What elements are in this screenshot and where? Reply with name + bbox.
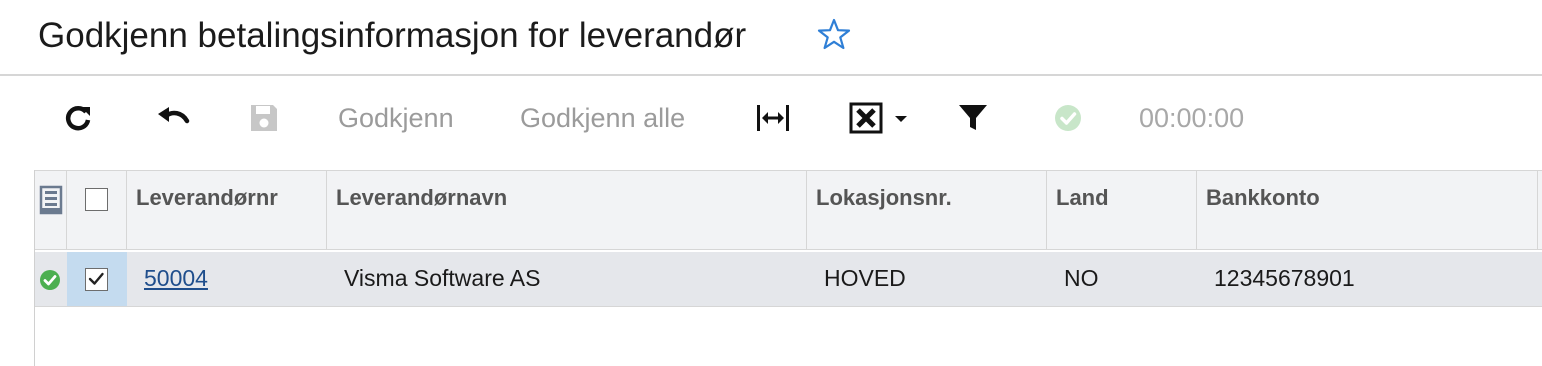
favorite-star-icon[interactable] xyxy=(816,17,852,51)
save-icon[interactable] xyxy=(247,102,281,134)
column-chooser-icon[interactable] xyxy=(39,185,63,221)
grid-header: Leverandørnr Leverandørnavn Lokasjonsnr.… xyxy=(35,170,1542,250)
status-ok-icon xyxy=(39,269,61,297)
fit-columns-icon[interactable] xyxy=(754,102,792,134)
approve-button[interactable]: Godkjenn xyxy=(338,100,454,136)
column-header-bank-account[interactable]: Bankkonto xyxy=(1197,171,1538,249)
approve-all-button[interactable]: Godkjenn alle xyxy=(520,100,685,136)
cell-bank-account: 12345678901 xyxy=(1214,265,1355,291)
toolbar: Godkjenn Godkjenn alle 00:00:00 xyxy=(0,88,1542,148)
check-circle-icon xyxy=(1052,102,1084,134)
column-chooser-cell xyxy=(35,171,67,249)
column-header-vendor-number[interactable]: Leverandørnr xyxy=(127,171,327,249)
column-header-country[interactable]: Land xyxy=(1047,171,1197,249)
vendor-number-link[interactable]: 50004 xyxy=(144,265,208,291)
cell-vendor-name: Visma Software AS xyxy=(344,265,541,291)
page-header: Godkjenn betalingsinformasjon for levera… xyxy=(0,0,1542,74)
table-row[interactable]: 50004 Visma Software AS HOVED NO 1234567… xyxy=(35,252,1542,307)
row-select-checkbox[interactable] xyxy=(85,268,108,291)
column-header-vendor-name[interactable]: Leverandørnavn xyxy=(327,171,807,249)
column-header-location-number[interactable]: Lokasjonsnr. xyxy=(807,171,1047,249)
select-all-checkbox[interactable] xyxy=(85,188,108,211)
header-divider xyxy=(0,74,1542,76)
excel-export-icon[interactable] xyxy=(848,100,914,136)
cell-vendor-number: 50004 xyxy=(127,252,327,306)
row-select-cell xyxy=(67,252,127,306)
cell-location-number: HOVED xyxy=(824,265,906,291)
refresh-icon[interactable] xyxy=(62,102,94,134)
timer: 00:00:00 xyxy=(1139,103,1245,133)
cell-country: NO xyxy=(1064,265,1099,291)
undo-icon[interactable] xyxy=(155,104,191,132)
page-title: Godkjenn betalingsinformasjon for levera… xyxy=(38,16,747,55)
row-status-cell xyxy=(35,252,67,306)
filter-icon[interactable] xyxy=(957,102,989,134)
select-all-cell xyxy=(67,171,127,249)
